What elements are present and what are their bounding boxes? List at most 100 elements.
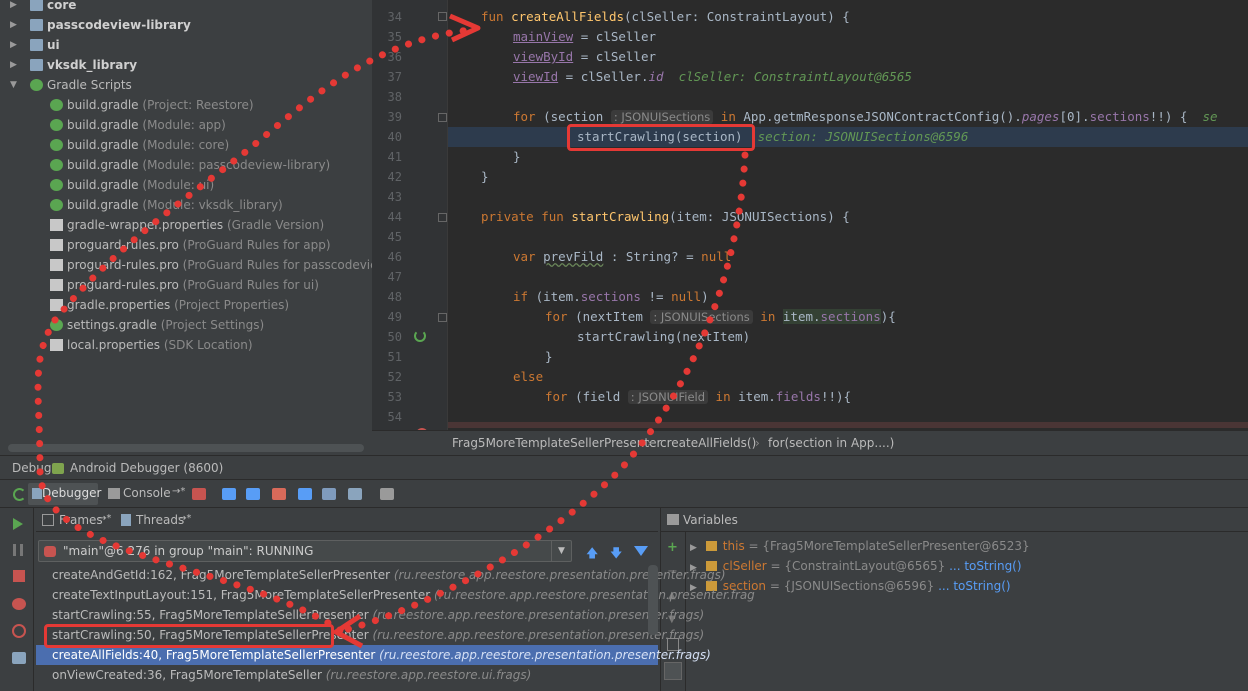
tab-console[interactable]: Console →* xyxy=(104,483,188,505)
frame-row[interactable]: createAllFields:40, Frag5MoreTemplateSel… xyxy=(36,645,711,665)
frame-method: createAllFields:40, Frag5MoreTemplateSel… xyxy=(52,648,376,662)
to-string-link[interactable]: ... toString() xyxy=(949,559,1021,573)
camera-icon[interactable] xyxy=(12,652,26,664)
fold-marker[interactable] xyxy=(438,12,447,21)
add-watch-icon[interactable]: + xyxy=(667,540,678,555)
expand-arrow-icon[interactable]: ▶ xyxy=(690,543,700,553)
tree-item-hint: (ProGuard Rules for app) xyxy=(182,238,331,252)
debug-title: Debug xyxy=(12,461,52,475)
tree-item[interactable]: build.gradle (Module: passcodeview-libra… xyxy=(0,155,372,175)
tree-item[interactable]: ▶ ui xyxy=(0,35,372,55)
tab-console-pin: →* xyxy=(172,486,186,497)
tree-item[interactable]: ▼ Gradle Scripts xyxy=(0,75,372,95)
code-line-40: startCrawling(section) section: JSONUISe… xyxy=(577,129,969,144)
drop-frame-icon[interactable] xyxy=(322,488,336,500)
tree-item[interactable]: settings.gradle (Project Settings) xyxy=(0,315,372,335)
field-icon xyxy=(705,541,717,551)
breadcrumb-item[interactable]: Frag5MoreTemplateSellerPresenter xyxy=(452,431,661,455)
code-line-37: viewId = clSeller.id clSeller: Constrain… xyxy=(513,69,912,84)
tree-item[interactable]: ▶ vksdk_library xyxy=(0,55,372,75)
tree-item[interactable]: build.gradle (Module: vksdk_library) xyxy=(0,195,372,215)
project-tree-panel: ▶ core ▶ passcodeview-library ▶ ui ▶ vksdk_libr… xyxy=(0,0,372,455)
force-step-into-icon[interactable] xyxy=(272,488,286,500)
project-horizontal-scrollbar[interactable] xyxy=(8,444,364,452)
tree-item[interactable]: proguard-rules.pro (ProGuard Rules for p… xyxy=(0,255,372,275)
variable-row[interactable]: ▶ this = {Frag5MoreTemplateSellerPresent… xyxy=(690,536,1030,556)
fold-marker[interactable] xyxy=(438,313,447,322)
code-editor[interactable]: 34 35 36 37 38 39 40 41 42 43 44 45 46 47 48 49 50 51 52 53… xyxy=(372,0,1248,455)
tree-item[interactable]: proguard-rules.pro (ProGuard Rules for u… xyxy=(0,275,372,295)
expand-arrow-icon[interactable]: ▶ xyxy=(10,35,20,55)
frame-method: createTextInputLayout:151, Frag5MoreTemp… xyxy=(52,588,431,602)
horizontal-scroll-indicator[interactable] xyxy=(448,422,1248,428)
tree-item-hint: (Project: Reestore) xyxy=(142,98,254,112)
tree-item[interactable]: gradle-wrapper.properties (Gradle Versio… xyxy=(0,215,372,235)
tree-item[interactable]: ▶ core xyxy=(0,0,372,15)
frame-row[interactable]: startCrawling:50, Frag5MoreTemplateSelle… xyxy=(36,625,704,645)
tab-threads[interactable]: Threads xyxy=(136,513,184,527)
frames-pin: →* xyxy=(98,513,112,524)
editor-gutter[interactable]: 34 35 36 37 38 39 40 41 42 43 44 45 46 47 48 49 50 51 52 53… xyxy=(372,0,448,430)
frame-method: createAndGetId:162, Frag5MoreTemplateSel… xyxy=(52,568,391,582)
tab-frames[interactable]: Frames xyxy=(59,513,103,527)
gradle-icon xyxy=(50,119,63,131)
step-out-icon[interactable] xyxy=(298,488,312,500)
run-to-cursor-icon[interactable] xyxy=(348,488,362,500)
tree-item[interactable]: build.gradle (Module: core) xyxy=(0,135,372,155)
file-icon xyxy=(50,239,63,251)
code-line-34: fun createAllFields(clSeller: Constraint… xyxy=(481,9,850,24)
collapse-arrow-icon[interactable]: ▼ xyxy=(10,75,20,95)
tree-item[interactable]: build.gradle (Module: app) xyxy=(0,115,372,135)
pause-icon[interactable] xyxy=(13,544,23,556)
frame-method: startCrawling:50, Frag5MoreTemplateSelle… xyxy=(52,628,369,642)
evaluate-expression-icon[interactable] xyxy=(380,488,394,500)
tree-item[interactable]: build.gradle (Project: Reestore) xyxy=(0,95,372,115)
tree-item-label: local.properties xyxy=(67,338,161,352)
breadcrumb-item[interactable]: createAllFields() xyxy=(660,431,756,455)
view-breakpoints-icon[interactable] xyxy=(12,598,26,610)
line-number: 38 xyxy=(387,90,402,104)
debug-title-bar: Debug Android Debugger (8600) xyxy=(0,456,1248,480)
step-into-icon[interactable] xyxy=(246,488,260,500)
variable-row[interactable]: ▶ clSeller = {ConstraintLayout@6565} ...… xyxy=(690,556,1022,576)
tree-item[interactable]: local.properties (SDK Location) xyxy=(0,335,372,355)
frame-row[interactable]: createAndGetId:162, Frag5MoreTemplateSel… xyxy=(36,565,726,585)
line-number: 48 xyxy=(387,290,402,304)
frame-row[interactable]: createTextInputLayout:151, Frag5MoreTemp… xyxy=(36,585,755,605)
breadcrumb-item[interactable]: for(section in App....) xyxy=(768,431,894,455)
expand-arrow-icon[interactable]: ▶ xyxy=(10,55,20,75)
tree-item[interactable]: ▶ passcodeview-library xyxy=(0,15,372,35)
resume-icon[interactable] xyxy=(13,518,23,530)
tab-debugger[interactable]: Debugger xyxy=(28,483,101,505)
tree-item[interactable]: gradle.properties (Project Properties) xyxy=(0,295,372,315)
frame-row[interactable]: onViewCreated:36, Frag5MoreTemplateSelle… xyxy=(36,665,658,685)
tree-item-label: vksdk_library xyxy=(47,58,138,72)
arrow-down-icon[interactable]: 🡇 xyxy=(610,544,622,565)
arrow-up-icon[interactable]: 🡅 xyxy=(586,544,598,565)
stop-icon[interactable] xyxy=(13,570,25,582)
step-over-icon[interactable] xyxy=(222,488,236,500)
expand-arrow-icon[interactable]: ▶ xyxy=(10,0,20,15)
rerun-icon[interactable] xyxy=(13,488,26,501)
chevron-down-icon[interactable]: ▼ xyxy=(551,541,571,561)
tree-item[interactable]: proguard-rules.pro (ProGuard Rules for a… xyxy=(0,235,372,255)
expand-arrow-icon[interactable]: ▶ xyxy=(10,15,20,35)
mute-breakpoints-icon[interactable] xyxy=(12,624,26,638)
frame-row[interactable]: startCrawling:55, Frag5MoreTemplateSelle… xyxy=(36,605,704,625)
filter-icon[interactable] xyxy=(634,546,648,556)
tree-item-label: build.gradle xyxy=(67,158,139,172)
tree-item[interactable]: build.gradle (Module: ui) xyxy=(0,175,372,195)
variables-header: Variables xyxy=(660,508,1248,532)
debug-config-name[interactable]: Android Debugger (8600) xyxy=(70,456,223,480)
thread-select[interactable]: "main"@6 276 in group "main": RUNNING ▼ xyxy=(38,540,572,562)
code-line-48: if (item.sections != null) xyxy=(513,289,709,304)
fold-marker[interactable] xyxy=(438,113,447,122)
fold-marker[interactable] xyxy=(438,213,447,222)
variable-value: = {JSONUISections@6596} xyxy=(769,579,935,593)
debugger-icon xyxy=(32,488,42,499)
to-string-link[interactable]: ... toString() xyxy=(938,579,1010,593)
show-execution-point-icon[interactable] xyxy=(192,488,206,500)
gradle-icon xyxy=(50,179,63,191)
frames-scrollbar[interactable] xyxy=(648,565,658,635)
type-hint: : JSONUIField xyxy=(627,390,709,404)
